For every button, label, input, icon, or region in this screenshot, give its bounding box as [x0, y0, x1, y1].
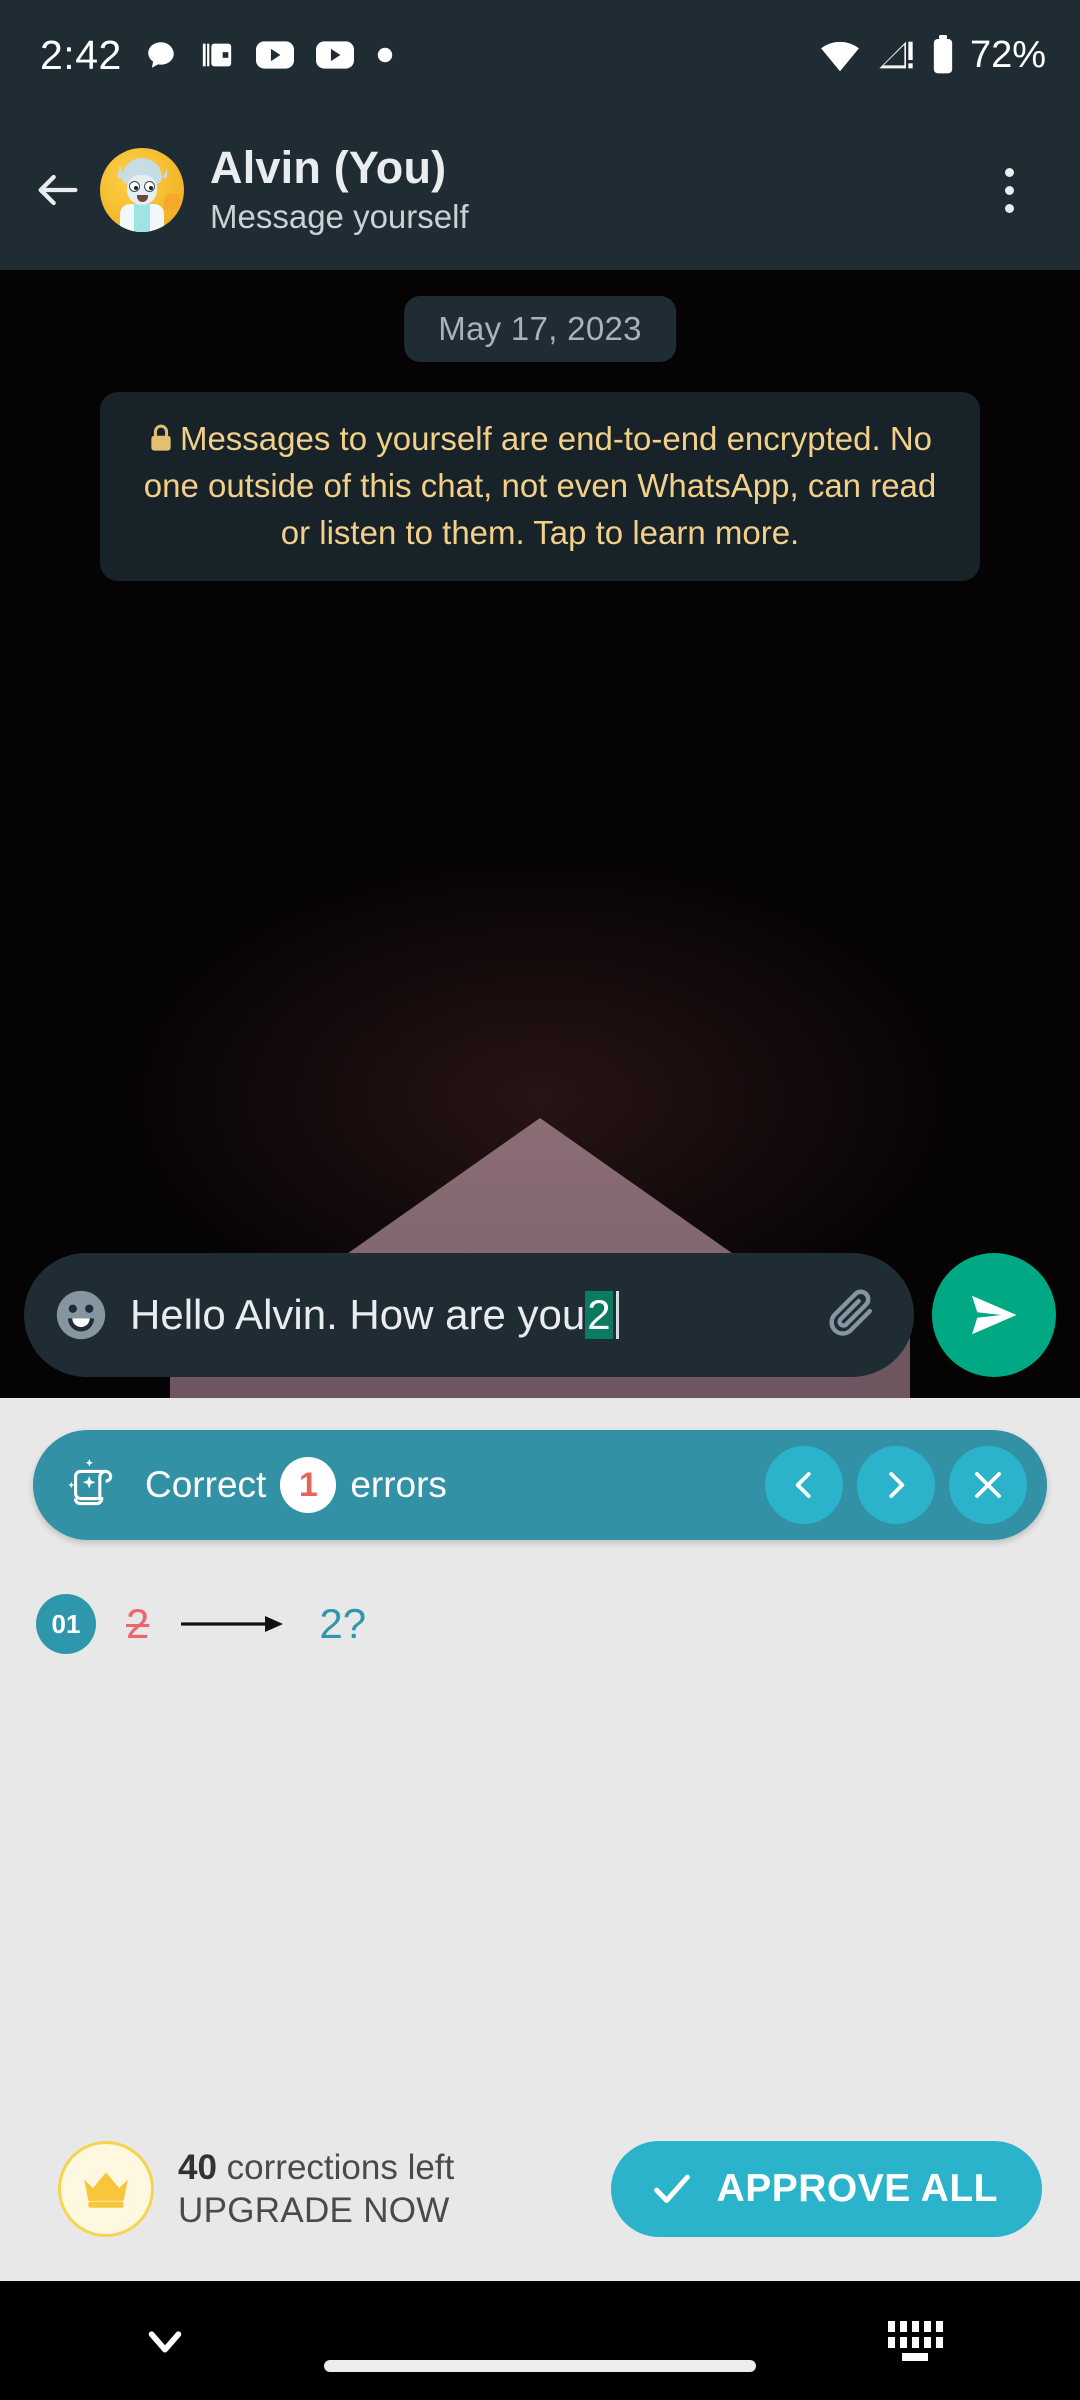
corrections-left-label: corrections left [226, 2147, 455, 2187]
hide-keyboard-button[interactable] [120, 2296, 210, 2386]
correction-panel: Correct 1 errors 01 2 2? 40 corrections … [0, 1398, 1080, 2281]
paperclip-icon[interactable] [822, 1284, 884, 1346]
correction-count-label: Correct 1 errors [145, 1457, 745, 1513]
correct-prefix: Correct [145, 1464, 267, 1505]
keyboard-key [887, 2336, 895, 2348]
chat-area: May 17, 2023 Messages to yourself are en… [0, 270, 1080, 1398]
upgrade-badge[interactable] [58, 2141, 154, 2237]
header-title-block[interactable]: Alvin (You) Message yourself [210, 142, 974, 237]
lock-icon [151, 424, 171, 451]
system-nav-bar [0, 2281, 1080, 2400]
overflow-menu-button[interactable] [974, 145, 1044, 235]
text-caret [615, 1291, 619, 1339]
overflow-menu-icon [1004, 167, 1014, 177]
close-x-icon [975, 1472, 1001, 1498]
arrow-right-icon [181, 1616, 284, 1632]
encryption-notice-text: Messages to yourself are end-to-end encr… [143, 420, 937, 551]
approve-all-label: APPROVE ALL [716, 2167, 998, 2210]
message-text-highlighted: 2 [585, 1291, 613, 1339]
keyboard-key [923, 2336, 931, 2348]
battery-percent: 72% [969, 33, 1046, 76]
keyboard-switch-icon [887, 2320, 943, 2361]
keyboard-key [899, 2336, 907, 2348]
contact-name: Alvin (You) [210, 142, 447, 193]
back-button[interactable] [22, 154, 94, 226]
cellular-no-signal-icon [879, 41, 913, 69]
message-input-text[interactable]: Hello Alvin. How are you 2 [130, 1291, 802, 1339]
correction-index: 01 [36, 1594, 96, 1654]
previous-correction-button[interactable] [765, 1446, 843, 1524]
correction-original-text: 2 [126, 1600, 150, 1647]
keyboard-key [911, 2320, 919, 2332]
youtube-icon [255, 41, 294, 69]
home-indicator[interactable] [324, 2360, 756, 2372]
avatar-accent [164, 194, 180, 210]
correction-row[interactable]: 01 2 2? [0, 1576, 1080, 1672]
contact-subtitle: Message yourself [210, 198, 469, 236]
close-correction-button[interactable] [949, 1446, 1027, 1524]
check-icon [653, 2174, 690, 2203]
encryption-notice[interactable]: Messages to yourself are end-to-end encr… [100, 392, 980, 581]
avatar-shirt [134, 204, 150, 232]
chat-bubble-icon [148, 42, 174, 68]
corrections-left-line: 40 corrections left [178, 2147, 587, 2188]
approve-all-button[interactable]: APPROVE ALL [610, 2141, 1042, 2237]
app-header: Alvin (You) Message yourself [0, 110, 1080, 270]
keyboard-key [923, 2320, 931, 2332]
youtube-icon [315, 41, 354, 69]
keyboard-row [887, 2320, 943, 2332]
correction-nav-buttons [765, 1446, 1027, 1524]
chevron-left-icon [795, 1472, 811, 1498]
correction-toolbar: Correct 1 errors [33, 1430, 1047, 1540]
overflow-menu-icon [1004, 203, 1014, 213]
upgrade-text-block[interactable]: 40 corrections left UPGRADE NOW [178, 2147, 587, 2232]
phone-screen: 2:42 72% Alvin (You) Message yourself Ma… [0, 0, 1080, 2400]
arrow-left-icon [38, 174, 78, 206]
date-divider: May 17, 2023 [404, 296, 676, 362]
keyboard-key [911, 2336, 919, 2348]
status-bar-right: 72% [818, 34, 1046, 77]
status-bar-left: 2:42 [40, 31, 394, 78]
upgrade-now-label: UPGRADE NOW [178, 2191, 450, 2230]
keyboard-spacebar [902, 2352, 928, 2361]
keyboard-key [935, 2336, 943, 2348]
crown-icon [84, 2172, 128, 2208]
correct-suffix: errors [350, 1464, 447, 1505]
avatar-eye-left [129, 181, 140, 192]
switch-keyboard-button[interactable] [870, 2296, 960, 2386]
keyboard-key [887, 2320, 895, 2332]
keyboard-row [887, 2336, 943, 2348]
send-icon [972, 1295, 1017, 1335]
avatar-face [127, 175, 157, 205]
avatar-mouth [137, 195, 148, 202]
keyboard-key [899, 2320, 907, 2332]
wifi-icon [821, 41, 859, 72]
composer-row: Hello Alvin. How are you 2 [0, 1246, 1080, 1398]
magic-scroll-icon [68, 1459, 113, 1506]
corrections-left-count: 40 [178, 2147, 217, 2187]
message-text-plain: Hello Alvin. How are you [130, 1291, 586, 1338]
error-count-badge: 1 [280, 1457, 337, 1513]
chevron-right-icon [889, 1472, 905, 1498]
status-bar: 2:42 72% [0, 0, 1080, 110]
correction-suggested-text: 2? [319, 1600, 367, 1647]
emoji-smiley-icon[interactable] [52, 1286, 110, 1344]
status-bar-clock: 2:42 [40, 31, 122, 78]
battery-icon [933, 35, 953, 74]
dot-icon [377, 47, 393, 63]
avatar[interactable] [100, 148, 184, 232]
chevron-down-icon [148, 2330, 182, 2352]
message-input[interactable]: Hello Alvin. How are you 2 [24, 1253, 914, 1377]
overflow-menu-icon [1004, 185, 1014, 195]
next-correction-button[interactable] [857, 1446, 935, 1524]
send-button[interactable] [932, 1253, 1056, 1377]
wallet-icon [202, 43, 231, 67]
panel-footer: 40 corrections left UPGRADE NOW APPROVE … [0, 2129, 1080, 2249]
keyboard-key [935, 2320, 943, 2332]
avatar-eye-right [144, 181, 155, 192]
